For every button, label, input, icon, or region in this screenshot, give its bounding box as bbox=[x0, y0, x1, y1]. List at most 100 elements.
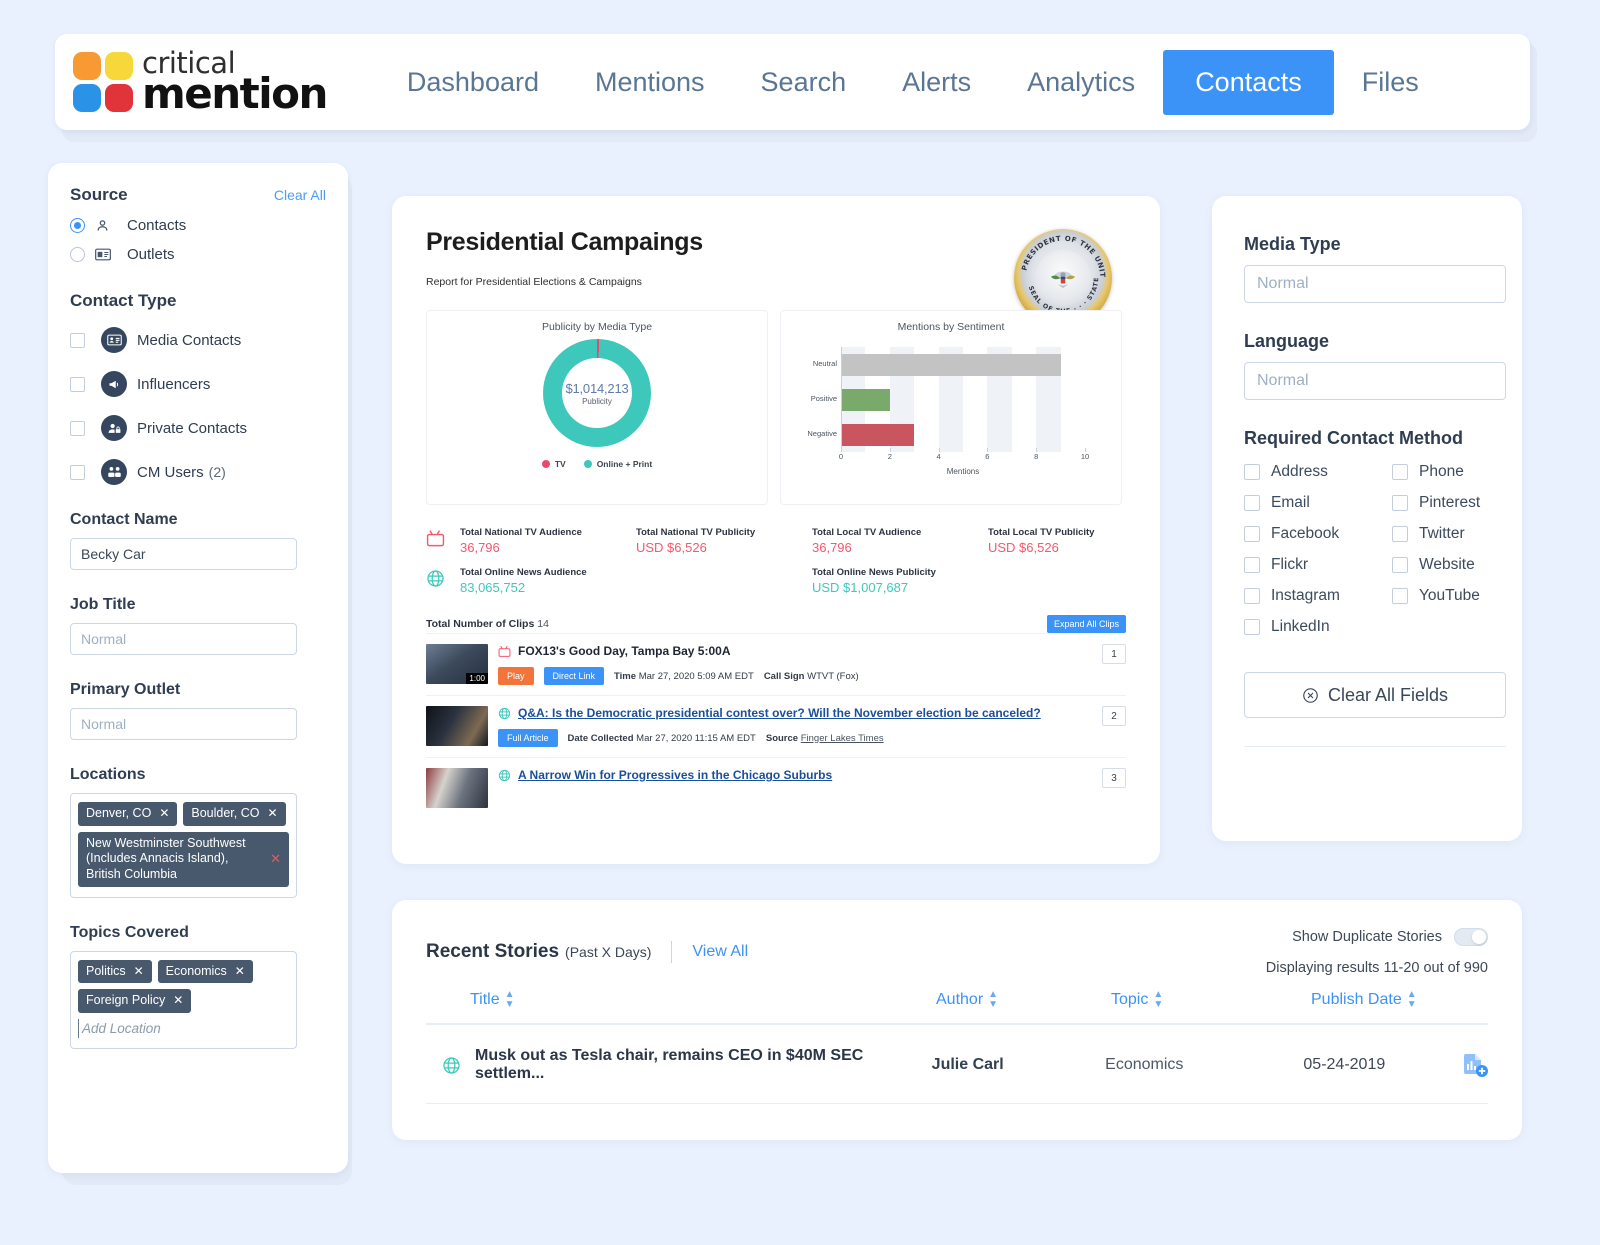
view-all-link[interactable]: View All bbox=[692, 943, 748, 961]
checkbox-email[interactable]: Email bbox=[1244, 494, 1392, 512]
remove-location-icon-2[interactable]: ✕ bbox=[270, 851, 281, 867]
nav-item-files[interactable]: Files bbox=[1334, 53, 1447, 112]
top-navigation-bar: critical mention Dashboard Mentions Sear… bbox=[55, 34, 1530, 130]
radio-contacts[interactable] bbox=[70, 218, 85, 233]
full-article-button[interactable]: Full Article bbox=[498, 729, 558, 747]
brand-logo[interactable]: critical mention bbox=[55, 49, 328, 115]
remove-topic-icon-0[interactable]: ✕ bbox=[134, 964, 144, 979]
remove-location-icon-1[interactable]: ✕ bbox=[267, 806, 277, 821]
topics-tag-box[interactable]: Politics ✕ Economics ✕ Foreign Policy ✕ … bbox=[70, 950, 297, 1049]
job-title-input[interactable]: Normal bbox=[70, 623, 297, 655]
clip-thumbnail[interactable] bbox=[426, 706, 488, 746]
add-location-input[interactable]: Add Location bbox=[78, 1018, 289, 1038]
checkbox-box-pinterest[interactable] bbox=[1392, 495, 1408, 511]
source-option-outlets[interactable]: Outlets bbox=[70, 246, 326, 263]
direct-link-button[interactable]: Direct Link bbox=[543, 667, 605, 685]
nav-item-analytics[interactable]: Analytics bbox=[999, 53, 1163, 112]
megaphone-icon bbox=[101, 371, 127, 397]
location-tag-0[interactable]: Denver, CO ✕ bbox=[78, 802, 178, 826]
checkbox-website[interactable]: Website bbox=[1392, 556, 1490, 574]
nav-item-contacts[interactable]: Contacts bbox=[1163, 49, 1334, 115]
legend-item-online-print: Online + Print bbox=[583, 459, 652, 469]
checkbox-influencers[interactable] bbox=[70, 376, 85, 392]
checkbox-linkedin[interactable]: LinkedIn bbox=[1244, 618, 1392, 636]
location-tag-label-0: Denver, CO bbox=[86, 806, 152, 820]
primary-outlet-input[interactable]: Normal bbox=[70, 708, 297, 740]
contact-type-title: Contact Type bbox=[70, 291, 177, 310]
checkbox-facebook[interactable]: Facebook bbox=[1244, 525, 1392, 543]
donut-ring: $1,014,213 Publicity bbox=[543, 339, 651, 447]
remove-topic-icon-2[interactable]: ✕ bbox=[173, 993, 183, 1008]
checkbox-box-phone[interactable] bbox=[1392, 464, 1408, 480]
location-tag-2[interactable]: New Westminster Southwest (Includes Anna… bbox=[78, 831, 289, 887]
sort-arrows-icon[interactable]: ▲ ▼ bbox=[505, 990, 515, 1010]
clip-source-link[interactable]: Finger Lakes Times bbox=[801, 733, 884, 744]
checkbox-box-flickr[interactable] bbox=[1244, 557, 1260, 573]
sort-arrows-icon[interactable]: ▲ ▼ bbox=[1153, 990, 1163, 1010]
clip-title-link[interactable]: Q&A: Is the Democratic presidential cont… bbox=[518, 706, 1041, 720]
column-header-topic[interactable]: Topic ▲ ▼ bbox=[1111, 990, 1311, 1010]
nav-item-dashboard[interactable]: Dashboard bbox=[379, 53, 567, 112]
checkbox-twitter[interactable]: Twitter bbox=[1392, 525, 1490, 543]
clear-all-fields-button[interactable]: Clear All Fields bbox=[1244, 672, 1506, 718]
column-header-title[interactable]: Title ▲ ▼ bbox=[426, 990, 936, 1010]
checkbox-private-contacts[interactable] bbox=[70, 420, 85, 436]
location-tag-1[interactable]: Boulder, CO ✕ bbox=[183, 802, 286, 826]
language-input[interactable]: Normal bbox=[1244, 362, 1506, 400]
radio-outlets[interactable] bbox=[70, 247, 85, 262]
checkbox-box-address[interactable] bbox=[1244, 464, 1260, 480]
locations-tag-box[interactable]: Denver, CO ✕ Boulder, CO ✕ New Westminst… bbox=[70, 793, 297, 898]
contact-type-private-contacts[interactable]: Private Contacts bbox=[70, 415, 326, 441]
remove-location-icon-0[interactable]: ✕ bbox=[159, 806, 169, 821]
topic-tag-1[interactable]: Economics ✕ bbox=[157, 959, 253, 984]
contact-name-input[interactable]: Becky Car bbox=[70, 538, 297, 570]
checkbox-box-facebook[interactable] bbox=[1244, 526, 1260, 542]
checkbox-cm-users[interactable] bbox=[70, 464, 85, 480]
checkbox-box-website[interactable] bbox=[1392, 557, 1408, 573]
column-header-author[interactable]: Author ▲ ▼ bbox=[936, 990, 1111, 1010]
clip-thumbnail[interactable] bbox=[426, 768, 488, 808]
media-type-input[interactable]: Normal bbox=[1244, 265, 1506, 303]
topic-tag-0[interactable]: Politics ✕ bbox=[78, 959, 152, 984]
checkbox-box-linkedin[interactable] bbox=[1244, 619, 1260, 635]
checkbox-media-contacts[interactable] bbox=[70, 332, 85, 348]
clip-row[interactable]: Q&A: Is the Democratic presidential cont… bbox=[426, 695, 1126, 757]
sort-arrows-icon[interactable]: ▲ ▼ bbox=[1407, 990, 1417, 1010]
donut-center-label: Publicity bbox=[582, 396, 612, 406]
stat-online-news-audience: Total Online News Audience 83,065,752 bbox=[460, 567, 812, 595]
topic-tag-2[interactable]: Foreign Policy ✕ bbox=[78, 989, 192, 1013]
clip-row[interactable]: 1:00 FOX13's Good Day, Tampa Bay 5:00A P… bbox=[426, 633, 1126, 695]
story-title[interactable]: Musk out as Tesla chair, remains CEO in … bbox=[475, 1047, 932, 1083]
contact-type-cm-users[interactable]: CM Users (2) bbox=[70, 459, 326, 485]
checkbox-flickr[interactable]: Flickr bbox=[1244, 556, 1392, 574]
source-option-contacts[interactable]: Contacts bbox=[70, 217, 326, 234]
expand-all-clips-button[interactable]: Expand All Clips bbox=[1046, 615, 1126, 633]
clip-row[interactable]: A Narrow Win for Progressives in the Chi… bbox=[426, 757, 1126, 818]
checkbox-box-youtube[interactable] bbox=[1392, 588, 1408, 604]
table-row[interactable]: Musk out as Tesla chair, remains CEO in … bbox=[426, 1025, 1488, 1103]
remove-topic-icon-1[interactable]: ✕ bbox=[235, 964, 245, 979]
checkbox-box-twitter[interactable] bbox=[1392, 526, 1408, 542]
contact-type-media-contacts[interactable]: Media Contacts bbox=[70, 327, 326, 353]
play-button[interactable]: Play bbox=[498, 667, 534, 685]
contact-type-influencers[interactable]: Influencers bbox=[70, 371, 326, 397]
checkbox-youtube[interactable]: YouTube bbox=[1392, 587, 1490, 605]
sort-arrows-icon[interactable]: ▲ ▼ bbox=[988, 990, 998, 1010]
checkbox-instagram[interactable]: Instagram bbox=[1244, 587, 1392, 605]
clear-all-link[interactable]: Clear All bbox=[274, 187, 326, 203]
checkbox-label-youtube: YouTube bbox=[1419, 587, 1480, 604]
checkbox-pinterest[interactable]: Pinterest bbox=[1392, 494, 1490, 512]
nav-item-alerts[interactable]: Alerts bbox=[874, 53, 999, 112]
checkbox-box-instagram[interactable] bbox=[1244, 588, 1260, 604]
show-duplicate-stories-toggle[interactable] bbox=[1454, 928, 1488, 946]
add-to-report-icon[interactable] bbox=[1462, 1052, 1488, 1078]
checkbox-phone[interactable]: Phone bbox=[1392, 463, 1490, 481]
media-type-label: Media Type bbox=[1244, 234, 1341, 254]
clip-thumbnail[interactable]: 1:00 bbox=[426, 644, 488, 684]
checkbox-box-email[interactable] bbox=[1244, 495, 1260, 511]
nav-item-mentions[interactable]: Mentions bbox=[567, 53, 733, 112]
checkbox-address[interactable]: Address bbox=[1244, 463, 1392, 481]
clip-title-link[interactable]: A Narrow Win for Progressives in the Chi… bbox=[518, 768, 832, 782]
nav-item-search[interactable]: Search bbox=[733, 53, 875, 112]
column-header-publish-date[interactable]: Publish Date ▲ ▼ bbox=[1311, 990, 1471, 1010]
